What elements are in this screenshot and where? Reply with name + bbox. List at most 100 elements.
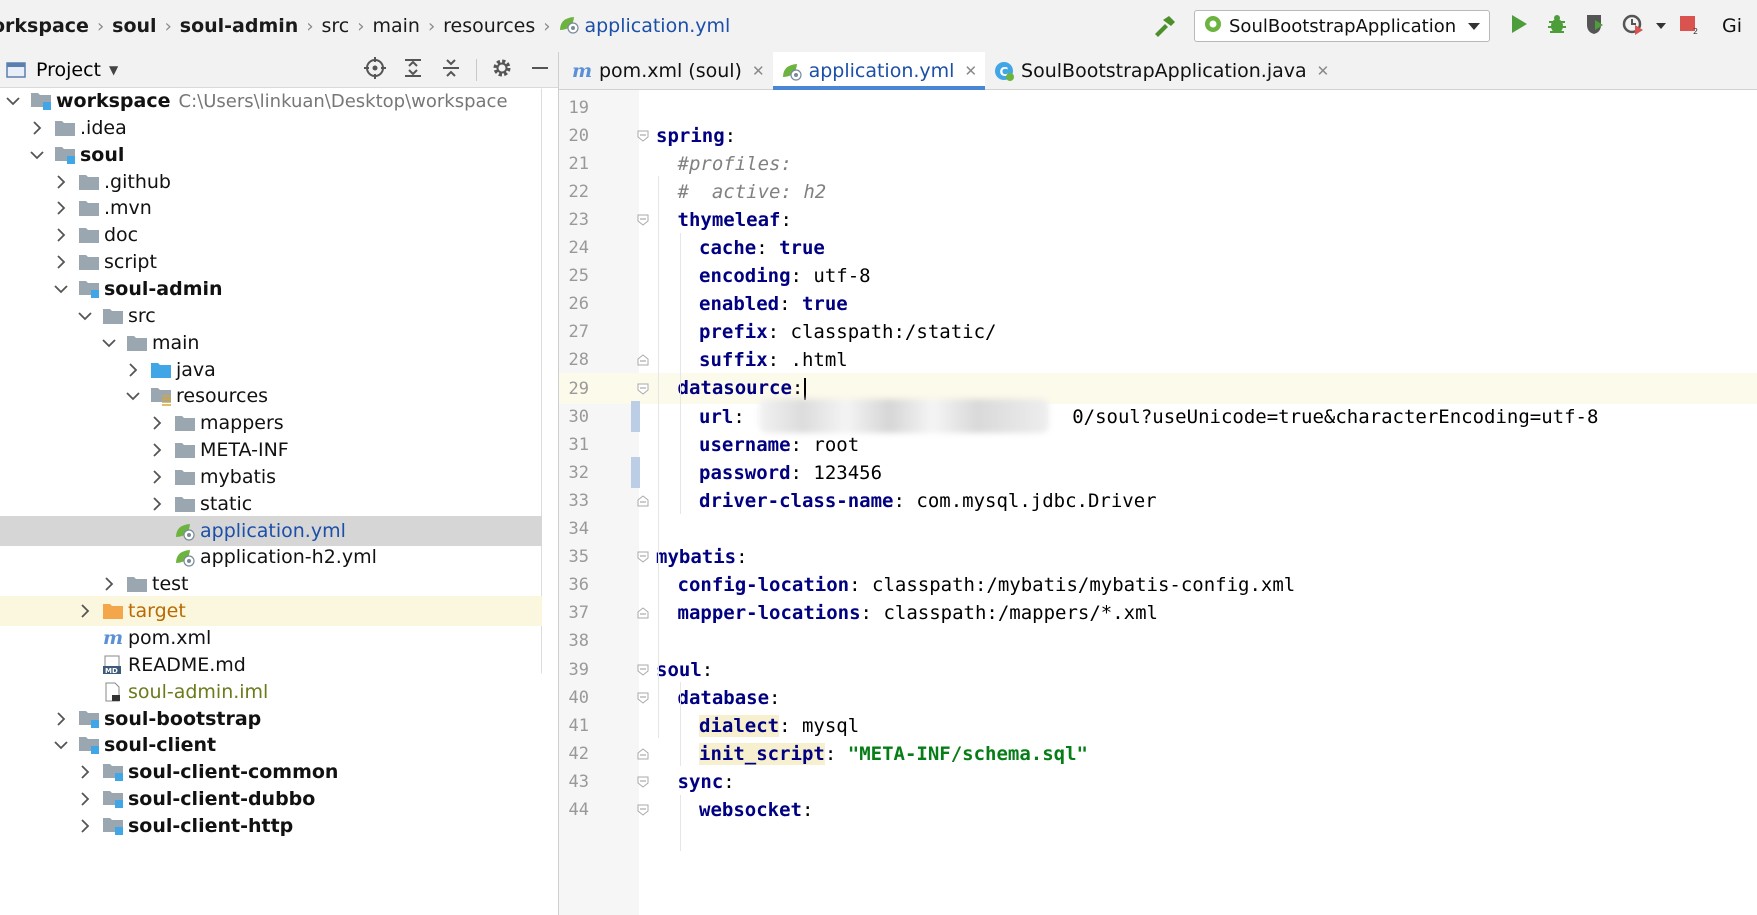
breadcrumb-item[interactable]: orkspace <box>0 15 89 37</box>
breadcrumb-item[interactable]: main <box>372 15 419 37</box>
chevron-down-icon[interactable] <box>4 96 22 106</box>
vcs-change-marker[interactable] <box>631 457 640 489</box>
tree-item[interactable]: .idea <box>0 113 542 143</box>
chevron-down-icon[interactable] <box>100 338 118 348</box>
chevron-down-icon[interactable] <box>52 740 70 750</box>
tree-item[interactable]: soul <box>0 140 542 170</box>
fold-open-icon[interactable] <box>637 804 649 816</box>
yaml-colon: : <box>736 546 748 569</box>
fold-open-icon[interactable] <box>637 664 649 676</box>
chevron-down-icon[interactable] <box>76 311 94 321</box>
chevron-right-icon[interactable] <box>52 255 70 269</box>
project-tool-window: Project ▼ workspace C:\Users\linkuan\Des… <box>0 52 559 915</box>
chevron-right-icon[interactable] <box>76 792 94 806</box>
tree-item[interactable]: test <box>0 569 542 599</box>
chevron-right-icon[interactable] <box>148 470 166 484</box>
fold-open-icon[interactable] <box>637 130 649 142</box>
run-configuration-selector[interactable]: SoulBootstrapApplication <box>1194 10 1490 42</box>
vcs-change-marker[interactable] <box>631 401 640 433</box>
hide-panel-button[interactable] <box>521 52 559 87</box>
chevron-right-icon[interactable] <box>148 416 166 430</box>
tree-item[interactable]: mappers <box>0 408 542 438</box>
profiler-button[interactable] <box>1614 7 1652 45</box>
chevron-right-icon[interactable] <box>52 228 70 242</box>
panel-settings-button[interactable] <box>483 52 521 87</box>
tree-item[interactable]: mybatis <box>0 462 542 492</box>
tree-item[interactable]: script <box>0 247 542 277</box>
breadcrumb-item[interactable]: application.yml <box>584 15 730 37</box>
fold-close-icon[interactable] <box>637 495 649 507</box>
tree-item[interactable]: soul-client-common <box>0 757 542 787</box>
collapse-all-button[interactable] <box>432 52 470 87</box>
expand-all-button[interactable] <box>394 52 432 87</box>
chevron-right-icon[interactable] <box>76 819 94 833</box>
tree-item[interactable]: workspace C:\Users\linkuan\Desktop\worksp… <box>0 88 542 116</box>
fold-close-icon[interactable] <box>637 354 649 366</box>
git-label[interactable]: Gi <box>1722 15 1742 37</box>
code-editor[interactable]: 18address: 0.0.0.01920spring:21#profiles… <box>559 90 1757 915</box>
fold-open-icon[interactable] <box>637 214 649 226</box>
breadcrumb-item[interactable]: soul <box>112 15 156 37</box>
close-icon[interactable]: ✕ <box>964 62 977 80</box>
chevron-right-icon[interactable] <box>76 765 94 779</box>
chevron-right-icon[interactable] <box>52 201 70 216</box>
coverage-button[interactable] <box>1576 7 1614 45</box>
tree-item[interactable]: application.yml <box>0 515 542 546</box>
chevron-down-icon[interactable] <box>124 391 142 401</box>
editor-tab[interactable]: m pom.xml (soul) ✕ <box>563 52 773 89</box>
fold-open-icon[interactable] <box>637 383 649 395</box>
tree-item[interactable]: .mvn <box>0 193 542 223</box>
stop-button[interactable]: 2 <box>1670 7 1708 45</box>
chevron-right-icon[interactable] <box>124 362 142 377</box>
tree-item[interactable]: src <box>0 301 542 331</box>
chevron-right-icon[interactable] <box>148 497 166 511</box>
breadcrumb-item[interactable]: src <box>322 15 350 37</box>
build-hammer-icon[interactable] <box>1150 11 1180 41</box>
tree-item[interactable]: doc <box>0 220 542 250</box>
fold-close-icon[interactable] <box>637 748 649 760</box>
tree-item[interactable]: soul-bootstrap <box>0 704 542 734</box>
chevron-right-icon[interactable] <box>52 174 70 189</box>
editor-tab[interactable]: C SoulBootstrapApplication.java ✕ <box>985 52 1337 89</box>
fold-close-icon[interactable] <box>637 607 649 619</box>
tree-item[interactable]: soul-admin.iml <box>0 677 542 707</box>
debug-button[interactable] <box>1538 7 1576 45</box>
editor-tab[interactable]: application.yml ✕ <box>772 52 986 90</box>
tree-item[interactable]: main <box>0 328 542 358</box>
tree-item-label: test <box>152 573 189 596</box>
fold-open-icon[interactable] <box>637 551 649 563</box>
tree-item[interactable]: static <box>0 489 542 519</box>
tree-item[interactable]: soul-client <box>0 730 542 760</box>
chevron-right-icon[interactable] <box>28 121 46 135</box>
tree-item[interactable]: application-h2.yml <box>0 542 542 572</box>
tree-item[interactable]: META-INF <box>0 435 542 465</box>
tree-item[interactable]: java <box>0 355 542 385</box>
tree-item[interactable]: m pom.xml <box>0 623 542 653</box>
tree-item[interactable]: soul-client-dubbo <box>0 784 542 814</box>
chevron-right-icon[interactable] <box>100 577 118 591</box>
more-run-options-chevron-icon[interactable] <box>1652 22 1670 30</box>
chevron-down-icon[interactable] <box>52 284 70 294</box>
close-icon[interactable]: ✕ <box>1317 62 1330 80</box>
project-view-selector[interactable]: Project ▼ <box>6 59 118 81</box>
fold-open-icon[interactable] <box>637 692 649 704</box>
chevron-right-icon[interactable] <box>148 443 166 457</box>
tree-item[interactable]: soul-admin <box>0 274 542 304</box>
run-button[interactable] <box>1500 7 1538 45</box>
breadcrumb-item[interactable]: soul-admin <box>180 15 299 37</box>
tree-item[interactable]: resources <box>0 381 542 411</box>
tree-item[interactable]: MD README.md <box>0 650 542 680</box>
tree-item-label: mybatis <box>200 465 277 488</box>
chevron-right-icon[interactable] <box>76 604 94 618</box>
code-line: 42 init_script: "META-INF/schema.sql" <box>559 738 1757 769</box>
close-icon[interactable]: ✕ <box>752 62 765 80</box>
breadcrumb-item[interactable]: resources <box>443 15 535 37</box>
chevron-down-icon[interactable] <box>28 150 46 160</box>
locate-file-button[interactable] <box>356 52 394 87</box>
fold-open-icon[interactable] <box>637 776 649 788</box>
tree-item[interactable]: target <box>0 596 542 627</box>
chevron-right-icon[interactable] <box>52 711 70 726</box>
project-tree[interactable]: workspace C:\Users\linkuan\Desktop\worksp… <box>0 88 542 915</box>
tree-item[interactable]: soul-client-http <box>0 811 542 841</box>
tree-item[interactable]: .github <box>0 167 542 197</box>
